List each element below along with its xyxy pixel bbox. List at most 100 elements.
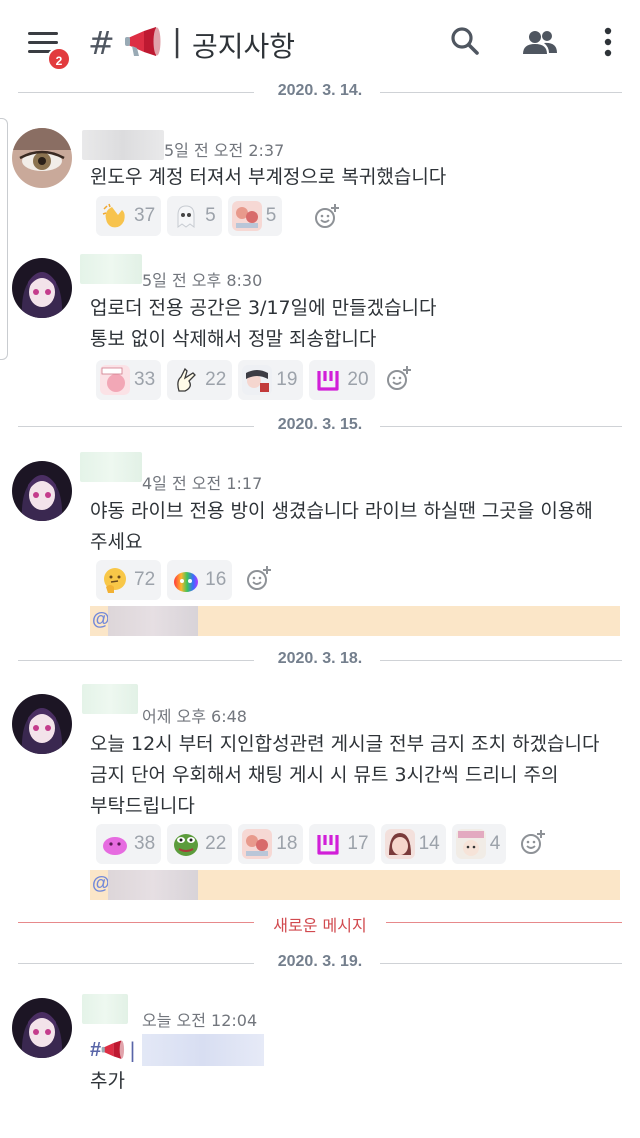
date-divider: 2020. 3. 15.: [18, 416, 622, 436]
add-reaction-icon[interactable]: [244, 564, 274, 594]
reaction[interactable]: 37: [96, 196, 162, 236]
message-timestamp: 4일 전 오전 1:17: [142, 474, 263, 493]
reaction-count: 5: [205, 205, 216, 226]
pepe-frog-icon: [174, 834, 199, 856]
date-text: 2020. 3. 15.: [267, 416, 373, 433]
new-messages-label: 새로운 메시지: [18, 912, 622, 936]
date-text: 2020. 3. 14.: [267, 82, 373, 99]
username-redacted[interactable]: [82, 994, 128, 1024]
menu-icon: [28, 32, 58, 35]
reaction-count: 4: [489, 833, 501, 854]
mention-highlight[interactable]: @: [90, 606, 620, 636]
reaction[interactable]: 16: [167, 560, 233, 600]
clapping-hands-icon: [102, 203, 125, 228]
drawn-hand-icon: [177, 367, 197, 392]
message-line: 윈도우 계정 터져서 부계정으로 복귀했습니다: [90, 166, 447, 188]
add-reaction-icon[interactable]: [384, 364, 414, 394]
reaction[interactable]: 4: [451, 824, 507, 864]
reaction-count: 18: [276, 833, 298, 854]
new-messages-divider: 새로운 메시지: [18, 912, 622, 935]
anime-sticker-holy-icon: [100, 365, 130, 395]
megaphone-icon: [125, 27, 161, 56]
reaction-count: 14: [418, 833, 440, 854]
members-icon[interactable]: [520, 22, 560, 62]
reaction-count: 16: [205, 569, 227, 590]
avatar[interactable]: [12, 128, 72, 188]
avatar[interactable]: [12, 258, 72, 318]
reaction[interactable]: 5: [227, 196, 283, 236]
reaction-count: 33: [134, 369, 156, 390]
reaction-count: 22: [205, 833, 227, 854]
more-vertical-icon[interactable]: [588, 22, 628, 62]
date-label: 2020. 3. 18.: [18, 650, 622, 668]
megaphone-icon: [101, 1040, 125, 1059]
reaction-count: 20: [347, 369, 369, 390]
message-line: 주세요: [90, 531, 143, 553]
reaction[interactable]: 17: [309, 824, 375, 864]
username-redacted[interactable]: [80, 254, 142, 284]
reaction[interactable]: 19: [238, 360, 304, 400]
channel-separator: |: [129, 1038, 136, 1062]
unread-badge: 2: [47, 47, 71, 71]
menu-icon-line: [28, 41, 58, 44]
mention-highlight[interactable]: @: [90, 870, 620, 900]
username-redacted[interactable]: [82, 130, 164, 160]
channel-hash-icon: #: [88, 24, 115, 62]
username-redacted[interactable]: [80, 452, 142, 482]
anime-sticker-3-icon: [455, 829, 486, 859]
reaction[interactable]: 38: [96, 824, 162, 864]
anime-sticker-2-icon: [242, 365, 273, 395]
reaction[interactable]: 72: [96, 560, 162, 600]
avatar-image: [12, 461, 72, 521]
menu-button[interactable]: 2: [28, 30, 71, 71]
date-label: 2020. 3. 14.: [18, 82, 622, 100]
reaction-list: 37 5 5: [96, 196, 283, 236]
avatar[interactable]: [12, 461, 72, 521]
reaction-list: 72 16: [96, 560, 233, 600]
anime-sticker-icon: [242, 829, 273, 859]
date-divider: 2020. 3. 14.: [18, 82, 622, 102]
reaction[interactable]: 5: [167, 196, 222, 236]
avatar-image: [12, 128, 72, 188]
avatar-image: [12, 694, 72, 754]
message-timestamp: 어제 오후 6:48: [142, 707, 247, 726]
anime-face-icon: [384, 829, 415, 859]
anime-sticker-icon: [231, 201, 262, 231]
username-redacted[interactable]: [82, 684, 138, 714]
mention-name-redacted: [108, 606, 198, 636]
add-reaction-icon[interactable]: [518, 828, 548, 858]
reaction[interactable]: 22: [167, 360, 233, 400]
message-timestamp: 오늘 오전 12:04: [142, 1011, 258, 1030]
avatar[interactable]: [12, 694, 72, 754]
reaction-count: 38: [134, 833, 156, 854]
date-text: 2020. 3. 18.: [267, 650, 373, 667]
message-timestamp: 5일 전 오후 8:30: [142, 271, 263, 290]
reaction-count: 5: [265, 205, 277, 226]
search-icon[interactable]: [446, 22, 486, 62]
rainbow-blob-icon: [174, 572, 199, 592]
date-text: 2020. 3. 19.: [267, 953, 373, 970]
thinking-face-icon: [104, 568, 126, 593]
channel-hash: #: [90, 1038, 102, 1061]
mention-name-redacted: [108, 870, 198, 900]
channel-title: 공지사항: [192, 30, 296, 63]
reaction-list: 33 22 19 20: [96, 360, 375, 400]
reaction[interactable]: 22: [167, 824, 233, 864]
message-timestamp: 5일 전 오전 2:37: [164, 141, 285, 160]
reaction[interactable]: 20: [309, 360, 375, 400]
message-text: 윈도우 계정 터져서 부계정으로 복귀했습니다: [90, 162, 446, 193]
purple-bracket-icon: [317, 371, 340, 391]
reaction[interactable]: 33: [96, 360, 162, 400]
message-text: 오늘 12시 부터 지인합성관련 게시글 전부 금지 조치 하겠습니다 금지 단…: [90, 729, 600, 822]
mention-at: @: [92, 873, 110, 893]
reaction[interactable]: 14: [380, 824, 446, 864]
message-line: 추가: [90, 1070, 125, 1092]
avatar[interactable]: [12, 998, 72, 1058]
message-text: 야동 라이브 전용 방이 생겼습니다 라이브 하실땐 그곳을 이용해 주세요: [90, 496, 593, 558]
add-reaction-icon[interactable]: [312, 202, 342, 232]
reaction-count: 37: [134, 205, 156, 226]
scroll-handle[interactable]: [0, 118, 8, 360]
reaction[interactable]: 18: [238, 824, 304, 864]
channel-mention[interactable]: # |: [90, 1034, 264, 1066]
reaction-count: 72: [134, 569, 156, 590]
